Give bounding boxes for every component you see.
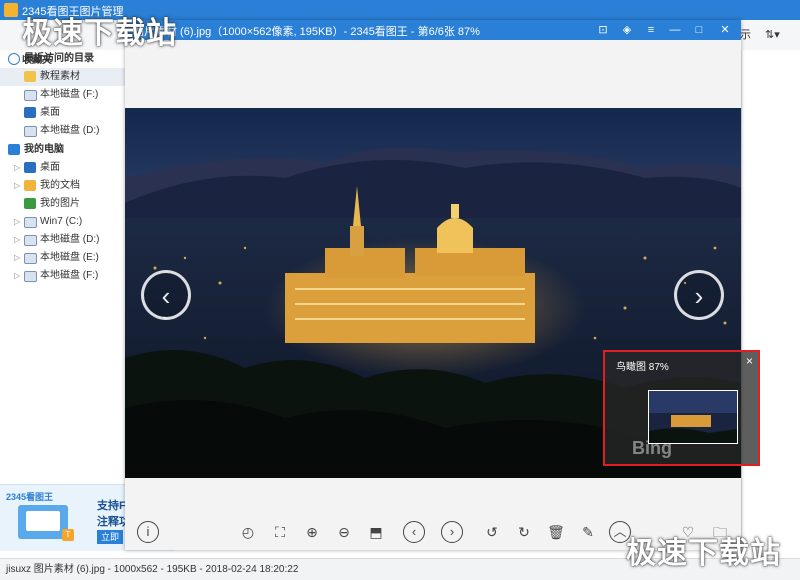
- tree-item-label: 本地磁盘 (D:): [40, 125, 100, 136]
- delete-icon[interactable]: 🗑: [545, 521, 567, 543]
- rotate-view-icon[interactable]: ◴: [237, 521, 259, 543]
- viewer-title: 图片素材 (6).jpg（1000×562像素, 195KB）- 2345看图王…: [133, 26, 480, 38]
- crop-icon[interactable]: ⛶: [269, 521, 291, 543]
- drive-icon: [24, 253, 37, 264]
- maximize-icon[interactable]: □: [691, 22, 707, 38]
- zoom-in-icon[interactable]: ⊕: [301, 521, 323, 543]
- tree-item-label: 我的文档: [40, 180, 80, 191]
- promo-line-1: 支持F: [97, 500, 126, 512]
- close-icon[interactable]: ✕: [717, 22, 733, 38]
- next-image-icon[interactable]: ›: [674, 270, 724, 320]
- skin-icon[interactable]: ◈: [619, 22, 635, 38]
- tree-item-recent-3[interactable]: 本地磁盘 (D:): [0, 122, 125, 140]
- drive-icon: [24, 271, 37, 282]
- tree-item-label: 本地磁盘 (E:): [40, 252, 99, 263]
- promo-badge-icon: T: [62, 529, 74, 541]
- rotate-right-icon[interactable]: ↻: [513, 521, 535, 543]
- documents-icon: [24, 180, 36, 191]
- tree-item-pc-0[interactable]: ▷ 桌面: [0, 159, 125, 177]
- drive-icon: [24, 90, 37, 101]
- computer-icon: [8, 144, 20, 155]
- app-logo-icon: [4, 3, 18, 17]
- tree-recent-header-label: 最近访问的目录: [24, 53, 94, 64]
- clock-icon: [8, 53, 20, 65]
- tree-item-pc-4[interactable]: ▷ 本地磁盘 (D:): [0, 231, 125, 249]
- promo-brand: 2345看图王: [6, 492, 54, 502]
- zoom-out-icon[interactable]: ⊖: [333, 521, 355, 543]
- tree-item-label: 桌面: [40, 162, 60, 173]
- tree-item-label: 本地磁盘 (D:): [40, 234, 100, 245]
- tree-pc-header-label: 我的电脑: [24, 144, 64, 155]
- tree-pc-header[interactable]: 我的电脑: [0, 141, 125, 159]
- tree-item-label: 我的图片: [40, 198, 80, 209]
- folder-icon: [24, 71, 36, 82]
- tree-item-pc-6[interactable]: ▷ 本地磁盘 (F:): [0, 267, 125, 285]
- thumbnail-panel: [741, 50, 800, 558]
- expand-arrow-icon[interactable]: ▷: [14, 177, 22, 195]
- fullscreen-icon[interactable]: ⊡: [595, 22, 611, 38]
- site-watermark-bottom: 极速下载站: [626, 537, 781, 570]
- next-icon[interactable]: ›: [441, 521, 463, 543]
- tree-item-recent-0[interactable]: 教程素材: [0, 68, 125, 86]
- expand-arrow-icon[interactable]: ▷: [14, 249, 22, 267]
- toolbar-display-label[interactable]: 示: [740, 20, 751, 50]
- promo-button[interactable]: 立即: [97, 530, 124, 544]
- previous-image-icon[interactable]: ‹: [141, 270, 191, 320]
- prev-icon[interactable]: ‹: [403, 521, 425, 543]
- expand-arrow-icon[interactable]: ▷: [14, 267, 22, 285]
- info-icon[interactable]: i: [137, 521, 159, 543]
- minimize-icon[interactable]: —: [667, 22, 683, 38]
- tree-item-label: 教程素材: [40, 71, 80, 82]
- tree-item-pc-5[interactable]: ▷ 本地磁盘 (E:): [0, 249, 125, 267]
- bookmark-icon[interactable]: ⬒: [365, 521, 387, 543]
- tree-item-label: 本地磁盘 (F:): [40, 89, 99, 100]
- desktop-icon: [24, 107, 36, 118]
- tree-item-pc-3[interactable]: ▷ Win7 (C:): [0, 213, 125, 231]
- drive-icon: [24, 235, 37, 246]
- tree-recent-header[interactable]: 最近访问的目录: [0, 50, 125, 68]
- site-watermark-top: 极速下载站: [22, 17, 177, 50]
- tree-item-label: 本地磁盘 (F:): [40, 270, 99, 281]
- tree-item-recent-1[interactable]: 本地磁盘 (F:): [0, 86, 125, 104]
- desktop-icon: [24, 162, 36, 173]
- expand-arrow-icon[interactable]: ▷: [14, 213, 22, 231]
- menu-icon[interactable]: ≡: [643, 22, 659, 38]
- tree-item-recent-2[interactable]: 桌面: [0, 104, 125, 122]
- sort-icon[interactable]: ⇅▾: [765, 20, 780, 50]
- status-file-info: jisuxz 图片素材 (6).jpg - 1000x562 - 195KB -…: [6, 564, 299, 575]
- tree-item-label: 桌面: [40, 107, 60, 118]
- expand-arrow-icon[interactable]: ▷: [14, 231, 22, 249]
- pictures-icon: [24, 198, 36, 209]
- tree-item-pc-2[interactable]: 我的图片: [0, 195, 125, 213]
- navigator-highlight-frame: [603, 350, 760, 466]
- promo-note-icon: [26, 511, 60, 531]
- viewer-titlebar: 图片素材 (6).jpg（1000×562像素, 195KB）- 2345看图王…: [125, 20, 741, 40]
- tree-item-label: Win7 (C:): [40, 216, 83, 227]
- rotate-left-icon[interactable]: ↺: [481, 521, 503, 543]
- tree-item-pc-1[interactable]: ▷ 我的文档: [0, 177, 125, 195]
- folder-tree: ♥ 收藏夹 最近访问的目录 教程素材 本地磁盘 (F:) 桌面 本地磁盘 (D:…: [0, 50, 126, 484]
- image-viewer-window: 图片素材 (6).jpg（1000×562像素, 195KB）- 2345看图王…: [125, 20, 759, 550]
- drive-icon: [24, 217, 37, 228]
- edit-icon[interactable]: ✎: [577, 521, 599, 543]
- expand-arrow-icon[interactable]: ▷: [14, 159, 22, 177]
- drive-icon: [24, 126, 37, 137]
